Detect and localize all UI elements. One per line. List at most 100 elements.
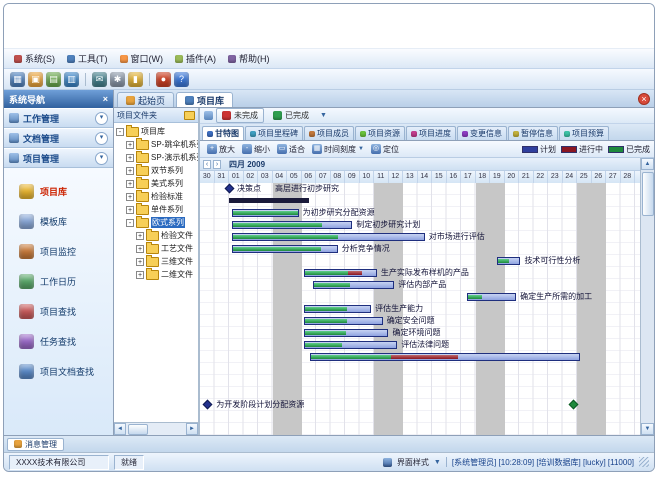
tree-expander-icon[interactable]: - [116, 128, 124, 136]
sidebar-item[interactable]: 工作日历 [4, 266, 113, 296]
tree-node[interactable]: +二维文件 [114, 268, 198, 281]
mail-icon[interactable]: ✉ [92, 72, 107, 87]
detail-tab[interactable]: 项目资源 [355, 126, 405, 140]
tab-close-icon[interactable]: × [638, 93, 650, 105]
sidebar-section[interactable]: 工作管理▾ [4, 108, 113, 128]
sidebar-item[interactable]: 项目查找 [4, 296, 113, 326]
tree-node[interactable]: +检验文件 [114, 229, 198, 242]
project-icon[interactable]: ▣ [28, 72, 43, 87]
scroll-up-icon[interactable]: ▲ [641, 158, 654, 170]
zoom-fit-button[interactable]: ▭适合 [274, 143, 308, 156]
menu-item[interactable]: 插件(A) [171, 51, 224, 66]
task-bar[interactable] [304, 317, 382, 325]
style-label[interactable]: 界面样式 [397, 457, 429, 468]
task-bar[interactable] [232, 221, 352, 229]
sidebar-section[interactable]: 项目管理▾ [4, 148, 113, 168]
tree-expander-icon[interactable]: + [136, 232, 144, 240]
tree-expander-icon[interactable]: + [126, 141, 134, 149]
gantt-vscrollbar[interactable]: ▲ ▼ [640, 158, 654, 435]
task-bar[interactable] [232, 233, 425, 241]
tree-node[interactable]: +检验标准 [114, 190, 198, 203]
scroll-down-icon[interactable]: ▼ [641, 423, 654, 435]
tree-node[interactable]: +工艺文件 [114, 242, 198, 255]
tree-node[interactable]: +SP-演示机系列 [114, 151, 198, 164]
sidebar-item[interactable]: 项目文档查找 [4, 356, 113, 386]
vscroll-track[interactable] [641, 170, 654, 423]
tree-node[interactable]: +SP-跳伞机系列 [114, 138, 198, 151]
task-bar[interactable] [232, 245, 338, 253]
task-bar[interactable] [467, 293, 516, 301]
tree-node[interactable]: +双节系列 [114, 164, 198, 177]
exit-icon[interactable]: ● [156, 72, 171, 87]
tree-expander-icon[interactable]: + [126, 154, 134, 162]
home-icon[interactable]: ▦ [10, 72, 25, 87]
scroll-right-icon[interactable]: ► [186, 423, 198, 435]
detail-tab[interactable]: 变更信息 [457, 126, 507, 140]
tree-hscrollbar[interactable]: ◄ ► [114, 422, 198, 435]
tree-node[interactable]: +单件系列 [114, 203, 198, 216]
document-tab[interactable]: 项目库 [176, 92, 233, 107]
document-tab[interactable]: 起始页 [117, 92, 174, 107]
tree-node[interactable]: -欧式系列 [114, 216, 198, 229]
filter-button[interactable]: 未完成 [216, 108, 264, 123]
task-bar[interactable] [497, 257, 520, 265]
resize-grip[interactable] [639, 457, 649, 467]
task-bar[interactable] [232, 209, 299, 217]
milestone-icon[interactable] [203, 400, 213, 410]
hscroll-track[interactable] [126, 423, 186, 435]
detail-tab[interactable]: 项目成员 [304, 126, 354, 140]
detail-tab[interactable]: 项目里程碑 [245, 126, 303, 140]
tree-node[interactable]: +美式系列 [114, 177, 198, 190]
tree-expander-icon[interactable]: + [126, 180, 134, 188]
scroll-left-icon[interactable]: ◄ [114, 423, 126, 435]
sidebar-item[interactable]: 项目监控 [4, 236, 113, 266]
sidebar-close-icon[interactable]: × [103, 94, 108, 104]
vscroll-thumb[interactable] [642, 172, 654, 216]
month-prev-icon[interactable]: ‹ [203, 160, 211, 169]
view-grid-icon[interactable] [204, 111, 213, 120]
message-tab[interactable]: 消息管理 [7, 438, 64, 451]
tree-expander-icon[interactable]: + [126, 206, 134, 214]
task-bar[interactable] [304, 341, 397, 349]
tree-expander-icon[interactable]: + [126, 193, 134, 201]
settings-icon[interactable]: ✱ [110, 72, 125, 87]
tree-expander-icon[interactable]: + [126, 167, 134, 175]
task-bar[interactable] [313, 281, 394, 289]
menu-item[interactable]: 系统(S) [10, 51, 63, 66]
task-bar[interactable] [304, 305, 371, 313]
zoom-in-button[interactable]: +放大 [204, 143, 238, 156]
detail-tab[interactable]: 暂停信息 [508, 126, 558, 140]
tree-expander-icon[interactable]: + [136, 271, 144, 279]
menu-item[interactable]: 窗口(W) [116, 51, 172, 66]
tree-node[interactable]: +三维文件 [114, 255, 198, 268]
zoom-out-button[interactable]: -缩小 [239, 143, 273, 156]
filter-chevron-down-icon[interactable]: ▼ [320, 112, 327, 119]
lock-icon[interactable]: ▮ [128, 72, 143, 87]
task-bar[interactable] [304, 329, 388, 337]
detail-tab[interactable]: 项目进度 [406, 126, 456, 140]
menu-item[interactable]: 帮助(H) [224, 51, 278, 66]
summary-bar[interactable] [229, 198, 309, 203]
hscroll-thumb[interactable] [128, 424, 148, 435]
filter-button[interactable]: 已完成 [267, 108, 315, 123]
style-dropdown-icon[interactable]: ▼ [434, 459, 441, 466]
locate-button[interactable]: ◎定位 [368, 143, 402, 156]
milestone-icon[interactable] [225, 184, 235, 194]
task-bar[interactable] [310, 353, 580, 361]
sidebar-item[interactable]: 任务查找 [4, 326, 113, 356]
time-scale-button[interactable]: ▦时间刻度▼ [309, 143, 367, 156]
tree-expander-icon[interactable]: + [136, 258, 144, 266]
tree-expander-icon[interactable]: + [136, 245, 144, 253]
tree-expander-icon[interactable]: - [126, 219, 134, 227]
detail-tab[interactable]: 项目预算 [559, 126, 609, 140]
sidebar-section[interactable]: 文档管理▾ [4, 128, 113, 148]
tree-header-folder-icon[interactable] [184, 111, 195, 120]
chart-icon[interactable]: ▥ [64, 72, 79, 87]
menu-item[interactable]: 工具(T) [63, 51, 116, 66]
help-icon[interactable]: ? [174, 72, 189, 87]
detail-tab[interactable]: 甘特图 [202, 126, 244, 140]
sidebar-item[interactable]: 模板库 [4, 206, 113, 236]
sidebar-item[interactable]: 项目库 [4, 176, 113, 206]
task-bar[interactable] [304, 269, 377, 277]
tree-node[interactable]: -项目库 [114, 125, 198, 138]
